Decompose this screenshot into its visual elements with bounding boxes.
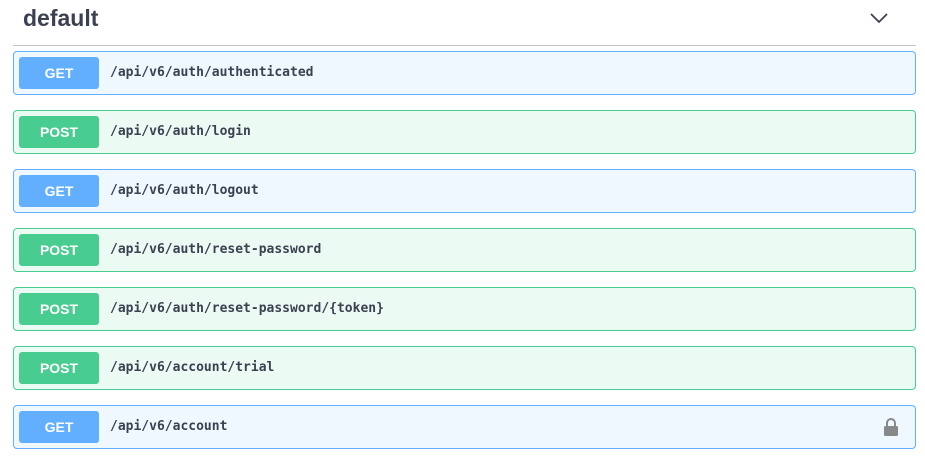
operation-path: /api/v6/auth/reset-password/{token} (110, 301, 384, 316)
method-badge: GET (19, 411, 99, 443)
operation-path: /api/v6/auth/login (110, 124, 251, 139)
operation-row[interactable]: GET /api/v6/auth/authenticated (13, 51, 916, 95)
operation-row[interactable]: GET /api/v6/auth/logout (13, 169, 916, 213)
method-badge: GET (19, 175, 99, 207)
chevron-down-icon[interactable] (870, 12, 888, 24)
operation-path: /api/v6/auth/authenticated (110, 65, 314, 80)
method-badge: POST (19, 116, 99, 148)
section-title: default (23, 5, 99, 31)
operation-row[interactable]: POST /api/v6/auth/reset-password/{token} (13, 287, 916, 331)
method-badge: POST (19, 352, 99, 384)
operation-path: /api/v6/auth/logout (110, 183, 259, 198)
operation-path: /api/v6/account (110, 419, 228, 434)
operations-list: GET /api/v6/auth/authenticated POST /api… (13, 51, 916, 464)
operation-row[interactable]: POST /api/v6/auth/reset-password (13, 228, 916, 272)
operation-row[interactable]: GET /api/v6/account (13, 405, 916, 449)
operation-row[interactable]: POST /api/v6/auth/login (13, 110, 916, 154)
operation-path: /api/v6/account/trial (110, 360, 275, 375)
operation-path: /api/v6/auth/reset-password (110, 242, 322, 257)
operation-row[interactable]: POST /api/v6/account/trial (13, 346, 916, 390)
lock-icon[interactable] (883, 417, 899, 437)
section-header-default[interactable]: default (13, 0, 916, 46)
method-badge: POST (19, 293, 99, 325)
method-badge: POST (19, 234, 99, 266)
method-badge: GET (19, 57, 99, 89)
